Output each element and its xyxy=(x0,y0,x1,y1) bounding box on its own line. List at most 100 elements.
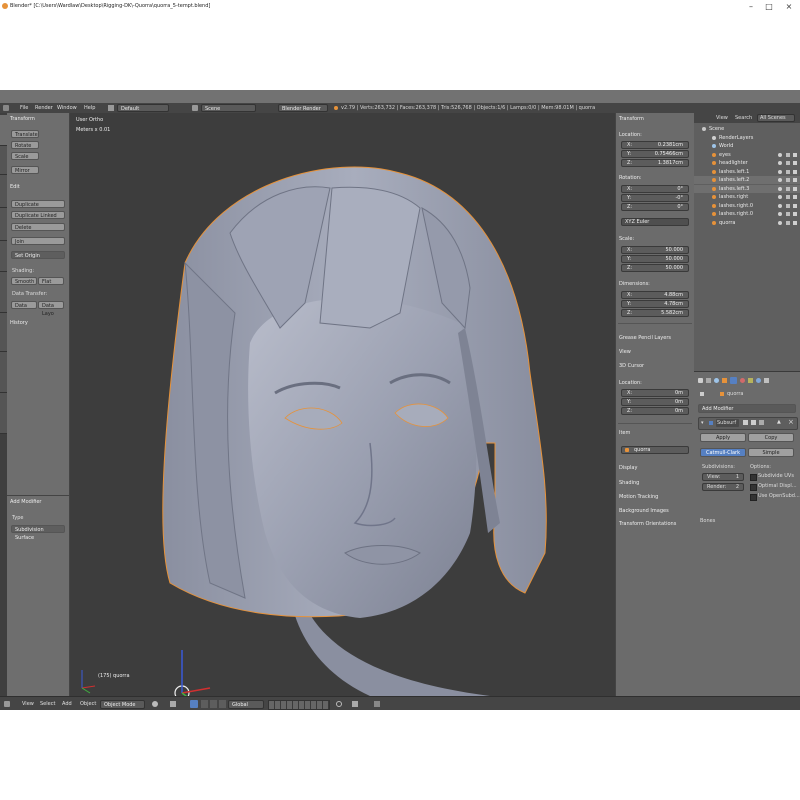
outliner-item[interactable]: headlighter xyxy=(694,159,800,167)
view-panel-header[interactable]: View xyxy=(619,349,631,355)
flat-button[interactable]: Flat xyxy=(38,277,64,285)
rotation-y-field[interactable]: Y: -0° xyxy=(621,194,689,202)
menu-file[interactable]: File xyxy=(20,103,28,113)
cursor-x-field[interactable]: X: 0m xyxy=(621,389,689,397)
simple-button[interactable]: Simple xyxy=(748,448,794,457)
selectability-toggle-icon[interactable] xyxy=(786,152,790,157)
scale-button[interactable]: Scale xyxy=(11,152,39,160)
outliner-item[interactable]: RenderLayers xyxy=(694,134,800,142)
subdivide-uvs-checkbox[interactable] xyxy=(750,474,757,481)
duplicate-button[interactable]: Duplicate xyxy=(11,200,65,208)
data-button[interactable]: Data xyxy=(11,301,37,309)
layer-buttons[interactable] xyxy=(268,700,330,710)
render-toggle-icon[interactable] xyxy=(793,161,797,165)
translate-button[interactable]: Translate xyxy=(11,130,39,138)
visibility-toggle-icon[interactable] xyxy=(778,203,782,208)
visibility-toggle-icon[interactable] xyxy=(778,220,782,225)
texture-tab-icon[interactable] xyxy=(748,378,753,383)
location-z-field[interactable]: Z: 1.3817cm xyxy=(621,159,689,167)
view-subdivision-field[interactable]: View: 1 xyxy=(702,473,744,481)
render-toggle-icon[interactable] xyxy=(793,152,797,157)
visibility-toggle-icon[interactable] xyxy=(778,212,782,216)
menu-window[interactable]: Window xyxy=(57,103,77,113)
edit-header[interactable]: Edit xyxy=(10,184,20,190)
background-images-panel-header[interactable]: Background Images xyxy=(619,508,669,514)
mode-select[interactable]: Object Mode xyxy=(100,700,145,709)
viewport-shading-icon[interactable] xyxy=(152,701,158,707)
render-toggle-icon[interactable] xyxy=(743,420,748,425)
rotation-mode-select[interactable]: XYZ Euler xyxy=(621,218,689,226)
scale-y-field[interactable]: Y: 50.000 xyxy=(621,255,689,263)
history-header[interactable]: History xyxy=(10,320,28,326)
render-toggle-icon[interactable] xyxy=(793,203,797,208)
world-tab-icon[interactable] xyxy=(714,378,719,383)
head-model[interactable] xyxy=(70,113,615,696)
transform-header[interactable]: Transform xyxy=(10,116,35,122)
join-button[interactable]: Join xyxy=(11,237,65,245)
render-toggle-icon[interactable] xyxy=(793,178,797,182)
tab-create[interactable] xyxy=(0,146,7,175)
cursor-z-field[interactable]: Z: 0m xyxy=(621,407,689,415)
scale-manipulator-icon[interactable] xyxy=(219,700,226,708)
visibility-toggle-icon[interactable] xyxy=(778,195,782,199)
modifier-tab-icon[interactable] xyxy=(730,377,737,384)
3d-viewport[interactable]: User Ortho Meters x 0.01 (175) quorra xyxy=(70,113,615,696)
screen-layout-select[interactable]: Default xyxy=(117,104,169,112)
render-toggle-icon[interactable] xyxy=(793,220,797,225)
use-opensubdiv-checkbox[interactable] xyxy=(750,494,757,501)
modifier-name-field[interactable]: Subsurf xyxy=(716,419,739,427)
dimensions-x-field[interactable]: X: 4.88cm xyxy=(621,291,689,299)
selectability-toggle-icon[interactable] xyxy=(786,195,790,199)
3d-cursor-panel-header[interactable]: 3D Cursor xyxy=(619,363,644,369)
outliner-menu-view[interactable]: View xyxy=(716,115,728,121)
outliner-item[interactable]: lashes.right xyxy=(694,193,800,201)
tab-relations[interactable] xyxy=(0,175,7,208)
maximize-icon[interactable]: □ xyxy=(760,0,778,13)
material-tab-icon[interactable] xyxy=(740,378,745,383)
visibility-toggle-icon[interactable] xyxy=(778,186,782,191)
location-x-field[interactable]: X: 0.2381cm xyxy=(621,141,689,149)
editmode-toggle-icon[interactable] xyxy=(759,420,764,425)
visibility-toggle-icon[interactable] xyxy=(778,152,782,157)
manipulator-toggle-icon[interactable] xyxy=(190,700,198,708)
render-toggle-icon[interactable] xyxy=(793,186,797,191)
dimensions-y-field[interactable]: Y: 4.78cm xyxy=(621,300,689,308)
data-layout-button[interactable]: Data Layo xyxy=(38,301,64,317)
render-preview-icon[interactable] xyxy=(374,701,380,707)
transform-orientations-panel-header[interactable]: Transform Orientations xyxy=(619,521,676,527)
outliner-item[interactable]: lashes.left.3 xyxy=(694,184,800,193)
footer-menu-view[interactable]: View xyxy=(22,697,34,710)
minimize-icon[interactable]: – xyxy=(742,0,760,13)
dimensions-z-field[interactable]: Z: 5.582cm xyxy=(621,309,689,317)
menu-help[interactable]: Help xyxy=(84,103,95,113)
outliner-item[interactable]: World xyxy=(694,142,800,150)
screen-layout-icon[interactable] xyxy=(108,105,114,111)
transform-panel-header[interactable]: Transform xyxy=(619,116,644,122)
mirror-button[interactable]: Mirror xyxy=(11,166,39,174)
scale-x-field[interactable]: X: 50.000 xyxy=(621,246,689,254)
rotation-x-field[interactable]: X: 0° xyxy=(621,185,689,193)
selectability-toggle-icon[interactable] xyxy=(786,212,790,216)
duplicate-linked-button[interactable]: Duplicate Linked xyxy=(11,211,65,219)
outliner-item[interactable]: Scene xyxy=(694,125,800,133)
scene-tab-icon[interactable] xyxy=(706,378,711,383)
location-y-field[interactable]: Y: 0.75466cm xyxy=(621,150,689,158)
shading-panel-header[interactable]: Shading xyxy=(619,480,639,486)
render-toggle-icon[interactable] xyxy=(793,169,797,174)
grease-pencil-panel-header[interactable]: Grease Pencil Layers xyxy=(619,335,671,341)
scale-z-field[interactable]: Z: 50.000 xyxy=(621,264,689,272)
visibility-toggle-icon[interactable] xyxy=(778,178,782,182)
set-origin-select[interactable]: Set Origin xyxy=(11,251,65,259)
tab-grease-pencil[interactable] xyxy=(0,272,7,313)
tab-addons-2[interactable] xyxy=(0,352,7,393)
remove-modifier-icon[interactable]: × xyxy=(788,418,794,426)
outliner-item[interactable]: eyes xyxy=(694,151,800,159)
add-modifier-select[interactable]: Add Modifier xyxy=(698,404,796,413)
scene-icon[interactable] xyxy=(192,105,198,111)
object-name-field[interactable]: quorra xyxy=(621,446,689,454)
render-engine-select[interactable]: Blender Render xyxy=(278,104,328,112)
translate-manipulator-icon[interactable] xyxy=(201,700,208,708)
motion-tracking-panel-header[interactable]: Motion Tracking xyxy=(619,494,658,500)
optimal-display-checkbox[interactable] xyxy=(750,484,757,491)
copy-button[interactable]: Copy xyxy=(748,433,794,442)
